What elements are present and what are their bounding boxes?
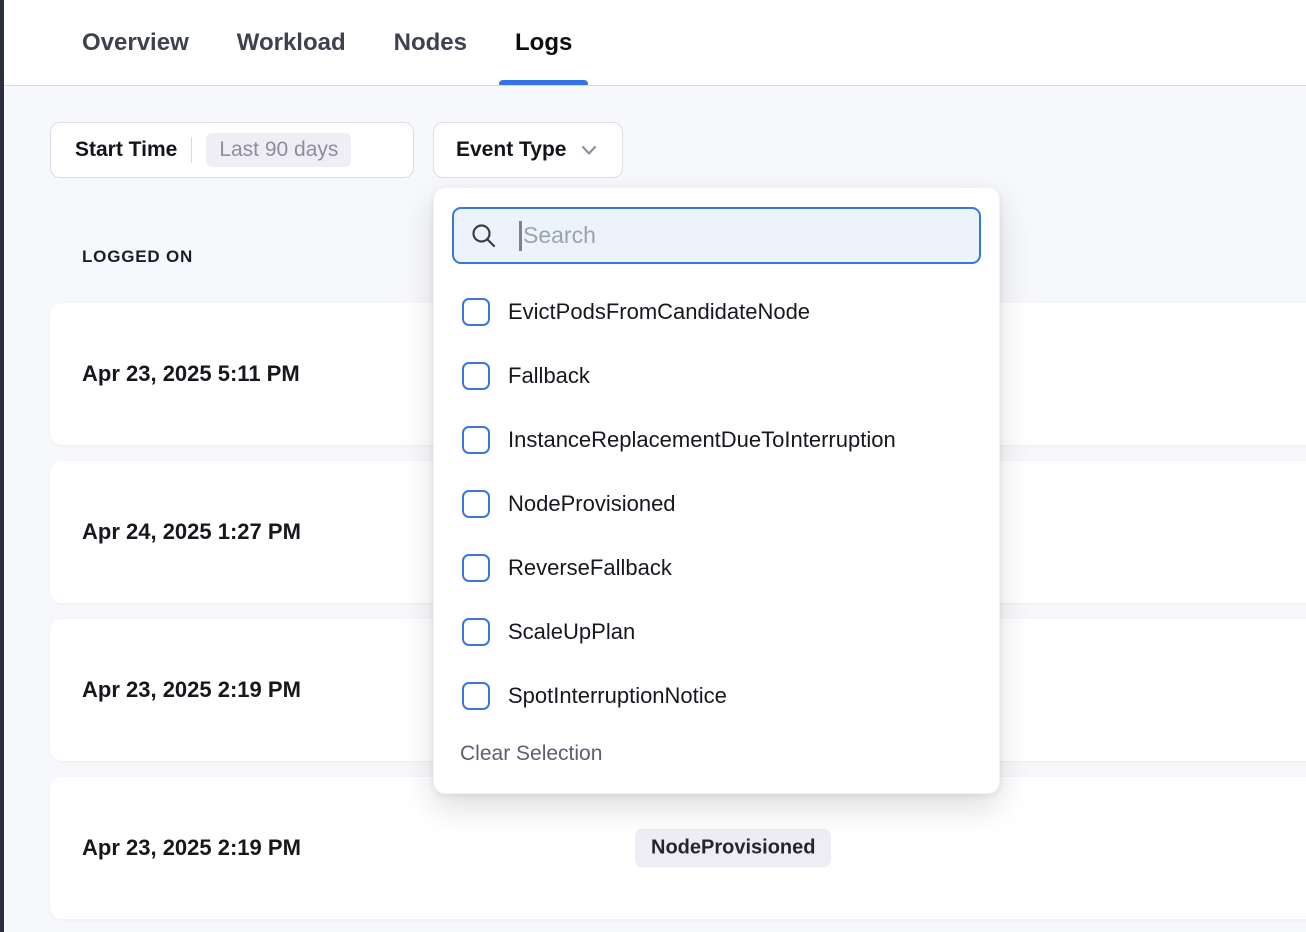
- tab-logs[interactable]: Logs: [499, 0, 588, 85]
- table-row[interactable]: Apr 23, 2025 2:19 PM NodeProvisioned: [50, 777, 1306, 919]
- filter-divider: [191, 137, 192, 163]
- checkbox[interactable]: [462, 490, 490, 518]
- search-box[interactable]: [452, 207, 981, 264]
- left-border-strip: [0, 0, 4, 932]
- event-type-option[interactable]: ScaleUpPlan: [452, 600, 981, 664]
- option-label: Fallback: [508, 363, 590, 389]
- option-label: NodeProvisioned: [508, 491, 676, 517]
- start-time-value-pill: Last 90 days: [206, 133, 351, 167]
- event-type-option[interactable]: ReverseFallback: [452, 536, 981, 600]
- tab-label: Overview: [82, 29, 189, 57]
- event-type-dropdown: EvictPodsFromCandidateNode Fallback Inst…: [433, 187, 1000, 794]
- tab-bar: Overview Workload Nodes Logs: [0, 0, 1306, 86]
- logged-on-value: Apr 23, 2025 2:19 PM: [82, 835, 301, 861]
- filter-bar: Start Time Last 90 days Event Type: [50, 122, 623, 178]
- clear-selection-button[interactable]: Clear Selection: [452, 742, 981, 766]
- event-type-option[interactable]: NodeProvisioned: [452, 472, 981, 536]
- tab-workload[interactable]: Workload: [221, 0, 362, 85]
- search-icon: [470, 222, 497, 249]
- option-label: InstanceReplacementDueToInterruption: [508, 427, 896, 453]
- event-type-options-list: EvictPodsFromCandidateNode Fallback Inst…: [452, 280, 981, 728]
- event-type-option[interactable]: InstanceReplacementDueToInterruption: [452, 408, 981, 472]
- logged-on-value: Apr 24, 2025 1:27 PM: [82, 519, 301, 545]
- tab-label: Logs: [515, 29, 572, 57]
- event-type-option[interactable]: Fallback: [452, 344, 981, 408]
- event-type-option[interactable]: EvictPodsFromCandidateNode: [452, 280, 981, 344]
- event-type-label: Event Type: [456, 138, 566, 162]
- event-type-badge: NodeProvisioned: [635, 829, 831, 868]
- checkbox[interactable]: [462, 426, 490, 454]
- chevron-down-icon: [578, 139, 600, 161]
- checkbox[interactable]: [462, 618, 490, 646]
- start-time-filter-button[interactable]: Start Time Last 90 days: [50, 122, 414, 178]
- option-label: SpotInterruptionNotice: [508, 683, 727, 709]
- option-label: ScaleUpPlan: [508, 619, 635, 645]
- column-header-logged-on: LOGGED ON: [82, 247, 193, 267]
- checkbox[interactable]: [462, 682, 490, 710]
- checkbox[interactable]: [462, 554, 490, 582]
- logged-on-value: Apr 23, 2025 5:11 PM: [82, 361, 300, 387]
- tab-overview[interactable]: Overview: [66, 0, 205, 85]
- search-input[interactable]: [522, 222, 965, 249]
- tab-nodes[interactable]: Nodes: [378, 0, 483, 85]
- event-type-filter-button[interactable]: Event Type: [433, 122, 623, 178]
- event-type-option[interactable]: SpotInterruptionNotice: [452, 664, 981, 728]
- tab-label: Workload: [237, 29, 346, 57]
- logged-on-value: Apr 23, 2025 2:19 PM: [82, 677, 301, 703]
- option-label: EvictPodsFromCandidateNode: [508, 299, 810, 325]
- tab-label: Nodes: [394, 29, 467, 57]
- start-time-label: Start Time: [75, 138, 177, 162]
- checkbox[interactable]: [462, 298, 490, 326]
- option-label: ReverseFallback: [508, 555, 672, 581]
- logs-page: Overview Workload Nodes Logs Start Time …: [0, 0, 1306, 932]
- checkbox[interactable]: [462, 362, 490, 390]
